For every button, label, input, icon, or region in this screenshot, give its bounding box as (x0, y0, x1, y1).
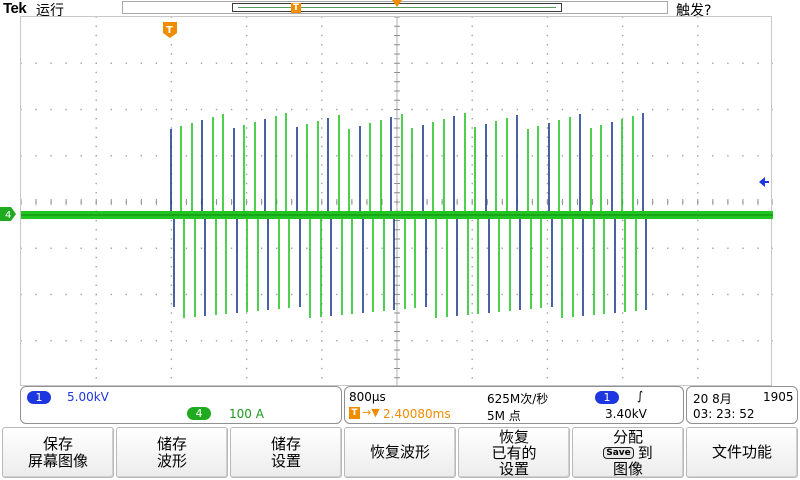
softkey-label: 设置 (270, 451, 301, 470)
vertical-scale-panel[interactable]: 1 5.00kV 4 100 A (20, 386, 342, 424)
softkey-label: 到 (637, 443, 653, 462)
softkey-label: 屏幕图像 (27, 451, 88, 470)
softkey-menu: 保存 屏幕图像 储存 波形 储存 设置 恢复波形 恢复 已有的 设置 分配 Sa… (0, 426, 800, 480)
waveform-graticule[interactable] (20, 16, 773, 387)
ch1-badge: 1 (27, 391, 51, 404)
save-setup-button[interactable]: 储存 设置 (230, 427, 342, 478)
file-utilities-button[interactable]: 文件功能 (686, 427, 798, 478)
horizontal-scale: 800µs (349, 390, 386, 404)
top-status-bar: Tek 运行 T 触发? (0, 0, 800, 19)
softkey-label: 恢复 (498, 427, 529, 446)
timebase-trigger-panel[interactable]: 800µs 625M次/秒 1 ∫ T →▼ 2.40080ms 5M 点 3.… (344, 386, 684, 424)
softkey-label-row: Save 到 (603, 445, 653, 461)
trigger-level: 3.40kV (605, 407, 647, 421)
brand-logo: Tek (3, 0, 27, 17)
trigger-level-marker-icon[interactable] (759, 176, 769, 188)
date: 20 8月 (693, 392, 732, 406)
save-button-icon: Save (603, 447, 634, 459)
trigger-delay-icon: T (349, 407, 360, 419)
save-screen-image-button[interactable]: 保存 屏幕图像 (2, 427, 114, 478)
trigger-source-badge: 1 (595, 391, 619, 404)
record-center-arrow-icon (392, 0, 402, 7)
trigger-position-marker-label: T (166, 25, 173, 36)
assign-save-to-image-button[interactable]: 分配 Save 到 图像 (572, 427, 684, 478)
save-waveform-button[interactable]: 储存 波形 (116, 427, 228, 478)
softkey-label: 设置 (498, 459, 529, 478)
recall-setup-button[interactable]: 恢复 已有的 设置 (458, 427, 570, 478)
softkey-label: 文件功能 (711, 443, 772, 461)
time: 03: 23: 52 (693, 407, 755, 421)
record-trigger-marker: T (291, 3, 301, 13)
softkey-label: 分配 (612, 427, 643, 446)
recall-waveform-button[interactable]: 恢复波形 (344, 427, 456, 478)
trigger-slope-icon: ∫ (637, 389, 644, 403)
trigger-delay-arrow-icon: →▼ (362, 406, 380, 419)
ch4-scale: 100 A (229, 407, 264, 421)
softkey-label: 已有的 (491, 443, 537, 462)
softkey-label: 储存 (270, 434, 301, 453)
ch4-ground-marker-label: 4 (5, 210, 11, 221)
ch4-ground-marker[interactable]: 4 (0, 207, 16, 221)
year: 1905 (763, 390, 794, 404)
trigger-position-marker[interactable]: T (163, 22, 177, 38)
record-length: 5M 点 (487, 409, 521, 423)
sample-rate: 625M次/秒 (487, 392, 549, 406)
softkey-label: 恢复波形 (369, 443, 430, 461)
softkey-label: 储存 (156, 434, 187, 453)
date-time-panel[interactable]: 20 8月 1905 03: 23: 52 (686, 386, 798, 424)
waveform-traces (21, 113, 773, 318)
trigger-delay: 2.40080ms (383, 407, 451, 421)
ch4-badge: 4 (187, 407, 211, 420)
ch1-scale: 5.00kV (67, 390, 109, 404)
softkey-label: 图像 (612, 459, 643, 478)
softkey-label: 波形 (156, 451, 187, 470)
softkey-label: 保存 (42, 434, 73, 453)
